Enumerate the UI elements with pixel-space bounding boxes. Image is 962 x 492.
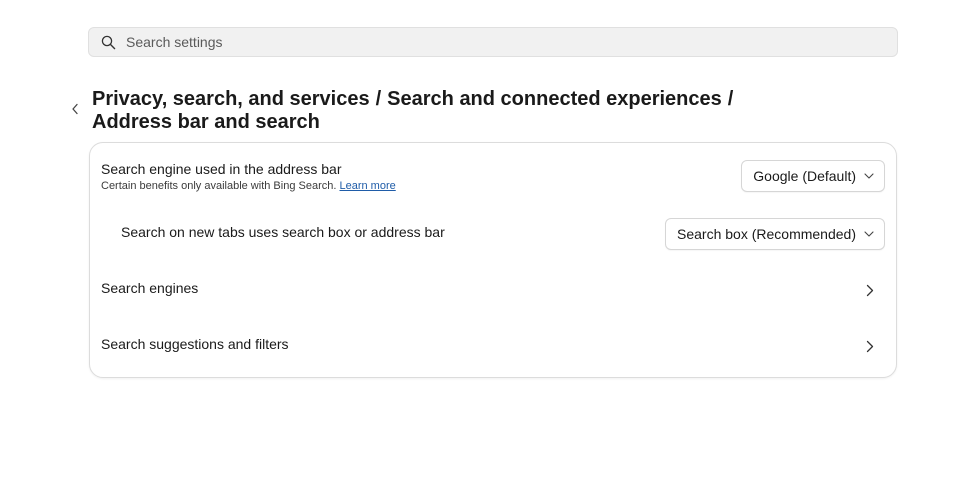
search-engine-row: Search engine used in the address bar Ce… bbox=[90, 143, 896, 201]
search-settings-box[interactable] bbox=[88, 27, 898, 57]
search-suggestions-row[interactable]: Search suggestions and filters bbox=[90, 317, 896, 373]
new-tabs-label: Search on new tabs uses search box or ad… bbox=[121, 224, 445, 240]
search-engine-selected: Google (Default) bbox=[753, 168, 856, 184]
search-engine-description: Certain benefits only available with Bin… bbox=[101, 180, 396, 192]
new-tabs-selected: Search box (Recommended) bbox=[677, 226, 856, 242]
breadcrumb-privacy[interactable]: Privacy, search, and services bbox=[92, 88, 370, 110]
settings-page: Privacy, search, and services/Search and… bbox=[0, 0, 962, 492]
back-button[interactable] bbox=[66, 102, 84, 120]
address-bar-settings-card: Search engine used in the address bar Ce… bbox=[89, 142, 897, 378]
search-engine-label: Search engine used in the address bar bbox=[101, 161, 342, 177]
chevron-right-icon bbox=[864, 339, 876, 353]
breadcrumb-search-connected[interactable]: Search and connected experiences bbox=[387, 88, 722, 110]
chevron-down-icon bbox=[864, 229, 874, 239]
breadcrumb: Privacy, search, and services / Search and… bbox=[92, 88, 752, 134]
search-suggestions-label: Search suggestions and filters bbox=[101, 336, 289, 352]
search-engine-dropdown[interactable]: Google (Default) bbox=[741, 160, 885, 192]
learn-more-link[interactable]: Learn more bbox=[339, 180, 395, 192]
breadcrumb-separator: / bbox=[375, 88, 382, 110]
search-input[interactable] bbox=[124, 33, 888, 51]
page-title: Address bar and search bbox=[92, 111, 320, 133]
search-engine-description-text: Certain benefits only available with Bin… bbox=[101, 180, 337, 192]
new-tabs-row: Search on new tabs uses search box or ad… bbox=[90, 201, 896, 257]
search-engines-label: Search engines bbox=[101, 280, 199, 296]
search-icon bbox=[100, 34, 116, 50]
chevron-left-icon bbox=[71, 102, 79, 120]
breadcrumb-separator: / bbox=[727, 88, 734, 110]
search-engines-row[interactable]: Search engines bbox=[90, 261, 896, 317]
chevron-down-icon bbox=[864, 171, 874, 181]
chevron-right-icon bbox=[864, 283, 876, 297]
new-tabs-dropdown[interactable]: Search box (Recommended) bbox=[665, 218, 885, 250]
